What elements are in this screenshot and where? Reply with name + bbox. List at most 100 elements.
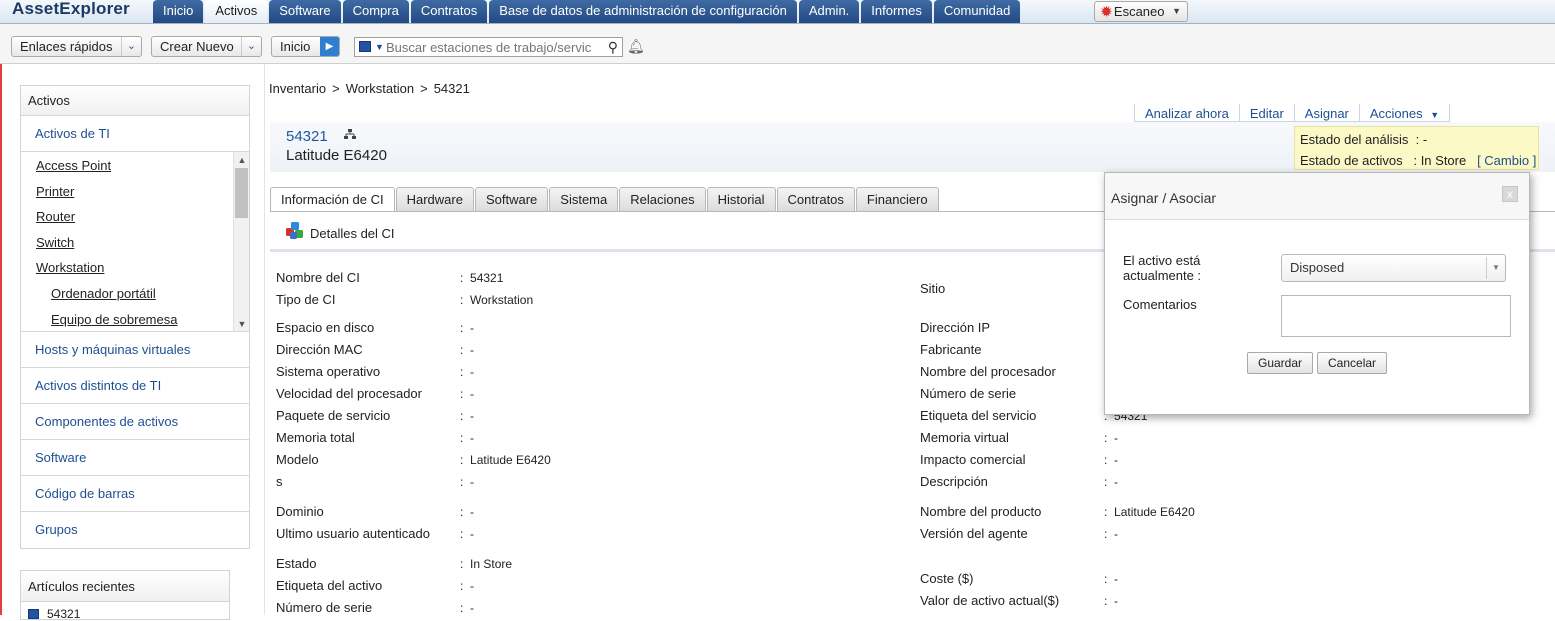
breadcrumb-inventory[interactable]: Inventario: [269, 81, 326, 96]
nav-tab-admin[interactable]: Admin.: [798, 0, 860, 23]
breadcrumb-workstation[interactable]: Workstation: [346, 81, 414, 96]
field-label: Valor de activo actual($): [920, 593, 1060, 608]
search-icon[interactable]: ⚲: [608, 38, 618, 56]
field-value: : -: [1104, 431, 1119, 445]
scan-label: Escaneo: [1113, 4, 1165, 19]
field-value-text: 54321: [470, 271, 504, 285]
field-label: Dirección IP: [920, 320, 991, 335]
chevron-down-icon[interactable]: ▼: [375, 38, 384, 56]
recent-item[interactable]: 54321: [28, 607, 80, 621]
nav-tab-informes[interactable]: Informes: [861, 0, 932, 23]
change-status-link[interactable]: [ Cambio ]: [1477, 153, 1536, 168]
scroll-up-icon[interactable]: ▲: [234, 152, 249, 168]
recent-items-header: Artículos recientes: [21, 571, 229, 602]
field-label: s: [276, 474, 283, 489]
tab-financial[interactable]: Financiero: [855, 187, 939, 211]
recent-item-label: 54321: [47, 607, 81, 621]
tab-contracts[interactable]: Contratos: [776, 187, 855, 211]
scroll-down-icon[interactable]: ▼: [234, 316, 249, 331]
nav-tab-contratos[interactable]: Contratos: [410, 0, 488, 23]
field-label: Número de serie: [276, 600, 373, 615]
nav-tab-cmdb[interactable]: Base de datos de administración de confi…: [489, 0, 797, 23]
field-value-text: -: [470, 527, 475, 541]
field-value: : Workstation: [460, 293, 534, 307]
tree-item-laptop[interactable]: Ordenador portátil: [51, 286, 156, 301]
field-value-text: Latitude E6420: [470, 453, 551, 467]
sidebar-item-software[interactable]: Software: [21, 440, 249, 476]
tree-item-workstation[interactable]: Workstation: [36, 260, 104, 275]
workstation-icon[interactable]: [359, 41, 371, 52]
tab-system[interactable]: Sistema: [549, 187, 619, 211]
ci-name-link[interactable]: 54321: [286, 128, 328, 145]
bell-icon[interactable]: 🔔︎: [627, 38, 645, 55]
top-nav-bar: AssetExplorer Inicio Activos Software Co…: [0, 0, 1555, 24]
tree-item-printer[interactable]: Printer: [36, 184, 74, 199]
sidebar-item-asset-components[interactable]: Componentes de activos: [21, 404, 249, 440]
ci-model: Latitude E6420: [286, 147, 387, 164]
breadcrumb-current: 54321: [433, 81, 470, 96]
field-value-text: -: [470, 343, 475, 357]
sidebar-item-it-assets[interactable]: Activos de TI: [21, 116, 249, 152]
field-label: Descripción: [920, 474, 988, 489]
field-value-text: -: [470, 431, 475, 445]
field-label: Sitio: [920, 281, 946, 296]
field-label: Memoria total: [276, 430, 355, 445]
field-value-text: -: [1114, 475, 1119, 489]
field-label: Etiqueta del servicio: [920, 408, 1037, 423]
quick-links-button[interactable]: Enlaces rápidos ⌄: [11, 36, 142, 57]
scan-now-button[interactable]: Analizar ahora: [1134, 104, 1239, 122]
tab-history[interactable]: Historial: [706, 187, 776, 211]
assign-button[interactable]: Asignar: [1293, 104, 1359, 122]
chevron-down-icon: ⌄: [121, 37, 141, 56]
state-select-value: Disposed: [1290, 260, 1345, 275]
state-select[interactable]: Disposed ▼: [1281, 254, 1506, 282]
field-label: Nombre del CI: [276, 270, 360, 285]
tree-item-switch[interactable]: Switch: [36, 235, 74, 250]
search-box: ▼ ⚲: [354, 37, 623, 57]
create-new-button[interactable]: Crear Nuevo ⌄: [151, 36, 262, 57]
sidebar-item-barcode[interactable]: Código de barras: [21, 476, 249, 512]
comments-field[interactable]: [1281, 295, 1511, 337]
toolbar: Enlaces rápidos ⌄ Crear Nuevo ⌄ Inicio ▶…: [0, 24, 1555, 64]
tab-hardware[interactable]: Hardware: [395, 187, 474, 211]
nav-tab-compra[interactable]: Compra: [342, 0, 409, 23]
sidebar-item-non-it-assets[interactable]: Activos distintos de TI: [21, 368, 249, 404]
edit-button[interactable]: Editar: [1238, 104, 1294, 122]
field-value: : -: [460, 527, 475, 541]
tree-item-router[interactable]: Router: [36, 209, 75, 224]
actions-menu-button[interactable]: Acciones ▼: [1358, 104, 1451, 122]
quick-links-label: Enlaces rápidos: [20, 39, 113, 54]
search-input[interactable]: [386, 39, 598, 55]
nav-tab-software[interactable]: Software: [269, 0, 341, 23]
tree-item-access-point[interactable]: Access Point: [36, 158, 111, 173]
sidebar-item-hosts-vms[interactable]: Hosts y máquinas virtuales: [21, 332, 249, 368]
field-value: : -: [460, 475, 475, 489]
field-value: : -: [460, 431, 475, 445]
save-button[interactable]: Guardar: [1247, 352, 1314, 374]
scroll-thumb[interactable]: [235, 168, 248, 218]
nav-tab-inicio[interactable]: Inicio: [153, 0, 204, 23]
field-value: : -: [460, 387, 475, 401]
section-title: Detalles del CI: [310, 226, 395, 241]
field-value-text: -: [470, 387, 475, 401]
tree-item-desktop[interactable]: Equipo de sobremesa: [51, 312, 177, 327]
cancel-button[interactable]: Cancelar: [1317, 352, 1388, 374]
field-label: Espacio en disco: [276, 320, 375, 335]
tree-scrollbar[interactable]: ▲ ▼: [233, 152, 249, 331]
nav-tab-comunidad[interactable]: Comunidad: [933, 0, 1021, 23]
app-logo[interactable]: AssetExplorer: [12, 0, 130, 22]
sidebar-item-groups[interactable]: Grupos: [21, 512, 249, 548]
sidebar-header: Activos: [21, 86, 249, 116]
scan-button[interactable]: ✹ Escaneo ▼: [1094, 1, 1188, 22]
tab-software[interactable]: Software: [474, 187, 549, 211]
hierarchy-icon[interactable]: [344, 129, 356, 143]
close-icon[interactable]: x: [1502, 186, 1518, 202]
tab-ci-info[interactable]: Información de CI: [270, 187, 395, 212]
nav-tab-activos[interactable]: Activos: [205, 0, 268, 23]
start-button[interactable]: Inicio ▶: [271, 36, 340, 57]
play-icon: ▶: [320, 37, 339, 56]
tab-relationships[interactable]: Relaciones: [619, 187, 706, 211]
asset-type-tree: Access Point Printer Router Switch Works…: [21, 152, 249, 332]
current-state-label-line2: actualmente :: [1123, 268, 1202, 283]
field-value-text: -: [1114, 572, 1119, 586]
